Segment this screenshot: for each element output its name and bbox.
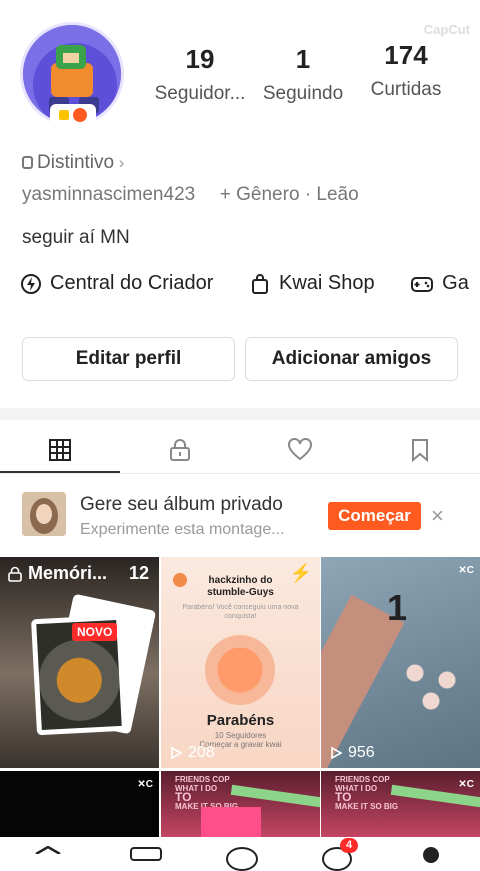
kwai-brand: kwai	[265, 740, 282, 749]
achievement-text-line2: conquista!	[224, 613, 257, 620]
album-header: Memóri...	[8, 563, 107, 584]
promo-thumbnail	[22, 492, 66, 536]
medal-icon	[205, 635, 275, 705]
meta-separator: ·	[304, 184, 312, 205]
badge-icon	[22, 156, 33, 169]
kwai-shop-link[interactable]: Kwai Shop	[249, 272, 375, 295]
gender-button[interactable]: + Gênero	[220, 184, 300, 205]
profile-meta: yasminnascimen423 + Gênero · Leão	[22, 184, 359, 206]
video-tile-6[interactable]: FRIENDS COP WHAT I DO TO MAKE IT SO BIG …	[321, 771, 480, 837]
home-icon[interactable]	[34, 846, 62, 854]
close-icon[interactable]: ×	[431, 503, 444, 529]
grid-icon	[49, 439, 71, 461]
play-icon	[331, 746, 343, 760]
bookmark-icon	[412, 439, 428, 462]
heart-icon	[288, 438, 312, 461]
view-count: 208	[169, 744, 215, 762]
game-tile[interactable]: 1 ✕C 956	[321, 557, 480, 768]
username: yasminnascimen423	[22, 184, 196, 205]
video-title-line2: stumble-Guys	[207, 587, 274, 598]
following-stat[interactable]: 1 Seguindo	[248, 44, 358, 105]
achievement-title: Parabéns	[206, 712, 275, 729]
game-players	[391, 645, 471, 715]
tab-saved[interactable]	[360, 430, 480, 470]
lightning-icon	[21, 273, 41, 294]
caption-line1: FRIENDS COP	[335, 775, 390, 784]
game-number: 1	[387, 587, 408, 628]
achievement-text: Parabéns! Você conseguiu uma nova conqui…	[161, 603, 320, 621]
caption-line1: FRIENDS COP	[175, 775, 230, 784]
discover-icon[interactable]	[130, 847, 162, 861]
create-icon[interactable]	[226, 847, 258, 871]
album-tile[interactable]: Memóri... 12 NOVO	[0, 557, 159, 768]
creator-center-link[interactable]: Central do Criador	[20, 272, 213, 295]
capcut-mini-watermark: ✕C	[458, 779, 474, 790]
video-caption: FRIENDS COP WHAT I DO TO MAKE IT SO BIG	[175, 775, 238, 811]
view-count: 956	[329, 744, 375, 762]
games-label: Ga	[442, 272, 469, 294]
bio: seguir aí MN	[22, 227, 130, 248]
edit-profile-button[interactable]: Editar perfil	[22, 337, 235, 381]
zodiac-sign: Leão	[316, 184, 359, 205]
shopping-bag-icon	[251, 273, 268, 294]
bottom-nav: 4	[0, 838, 480, 871]
caption-line4: MAKE IT SO BIG	[335, 802, 399, 811]
promo-title: Gere seu álbum privado	[80, 494, 283, 515]
video-caption: FRIENDS COP WHAT I DO TO MAKE IT SO BIG	[335, 775, 398, 811]
capcut-mini-watermark: ✕C	[458, 565, 474, 576]
tab-private[interactable]	[120, 430, 240, 470]
album-count: 12	[128, 563, 149, 583]
likes-label: Curtidas	[370, 79, 442, 100]
album-label: Memóri...	[28, 563, 108, 583]
avatar-badge	[50, 104, 96, 126]
caption-line3: TO	[175, 790, 192, 804]
flower-icon	[73, 108, 87, 122]
following-label: Seguindo	[262, 83, 344, 104]
capcut-mini-watermark: ✕C	[137, 779, 153, 790]
tools-row: Central do Criador Kwai Shop Ga	[20, 272, 480, 301]
promo-subtitle: Experimente esta montage...	[80, 521, 285, 538]
likes-stat[interactable]: 174 Curtidas	[351, 40, 461, 101]
followers-stat[interactable]: 19 Seguidor...	[145, 44, 255, 105]
gamepad-icon	[411, 276, 434, 292]
achievement-text-line1: Parabéns! Você conseguiu uma nova	[182, 604, 299, 611]
badge-link[interactable]: Distintivo ›	[22, 152, 124, 174]
lock-icon	[170, 439, 190, 461]
green-stripe	[230, 784, 320, 808]
video-tile-4[interactable]: ✕C	[0, 771, 159, 837]
view-count-label: 956	[348, 744, 375, 761]
add-friends-button[interactable]: Adicionar amigos	[245, 337, 458, 381]
play-icon	[171, 746, 183, 760]
kwai-shop-label: Kwai Shop	[278, 272, 375, 294]
start-button[interactable]: Começar	[328, 502, 421, 530]
games-link[interactable]: Ga	[410, 272, 469, 295]
pink-block	[201, 807, 261, 837]
view-count-label: 208	[188, 744, 215, 761]
followers-label: Seguidor...	[154, 83, 246, 104]
notification-badge: 4	[340, 838, 358, 853]
chevron-right-icon: ›	[114, 153, 125, 172]
woman-portrait-image	[22, 492, 66, 536]
achievement-tile[interactable]: hackzinho do stumble-Guys ⚡ Parabéns! Vo…	[161, 557, 320, 768]
creator-center-label: Central do Criador	[50, 272, 214, 294]
tabs-divider	[0, 473, 480, 474]
sticker-icon	[59, 110, 69, 120]
achievement-followers: 10 Seguidores	[214, 731, 267, 740]
lightning-icon: ⚡	[289, 563, 312, 583]
profile-icon[interactable]	[423, 847, 439, 863]
lock-icon	[8, 566, 22, 582]
followers-count: 19	[185, 44, 215, 74]
caption-line3: TO	[335, 790, 352, 804]
tab-posts[interactable]	[0, 430, 120, 470]
new-badge: NOVO	[72, 623, 118, 641]
badge-label: Distintivo	[37, 152, 115, 173]
section-divider	[0, 408, 480, 420]
capcut-watermark: CapCut	[423, 22, 470, 37]
following-count: 1	[295, 44, 311, 74]
tab-liked[interactable]	[240, 430, 360, 470]
video-tile-5[interactable]: FRIENDS COP WHAT I DO TO MAKE IT SO BIG	[161, 771, 320, 837]
likes-count: 174	[384, 40, 428, 70]
